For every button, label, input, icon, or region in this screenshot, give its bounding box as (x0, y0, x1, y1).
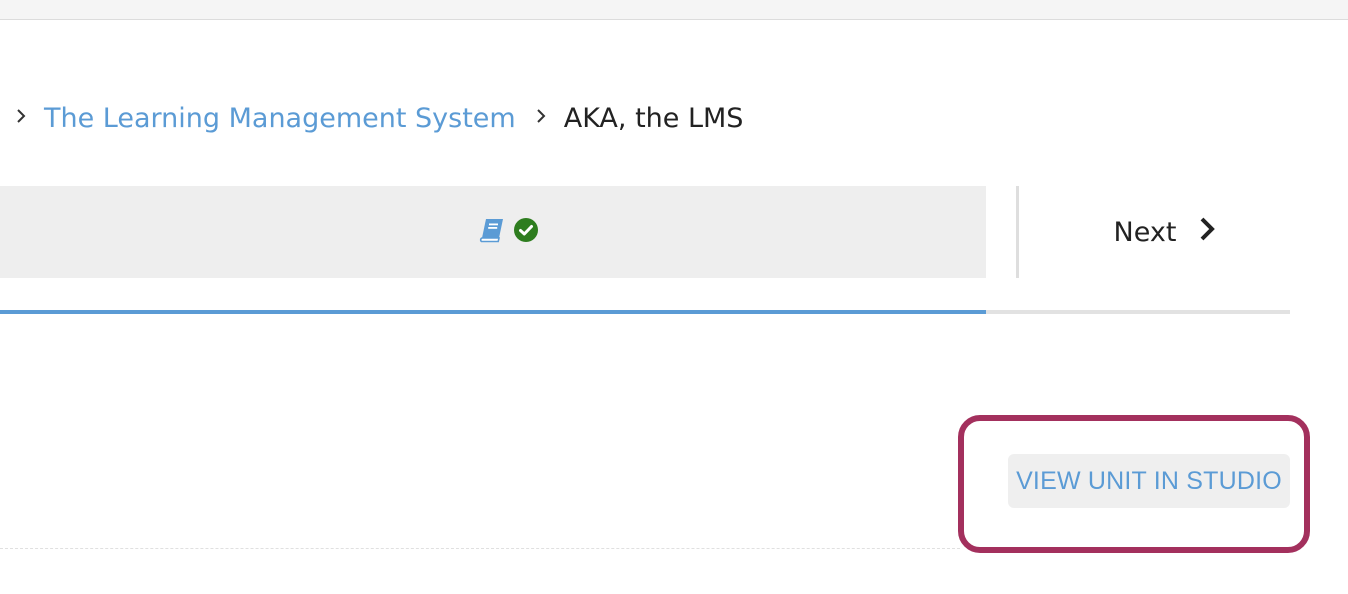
progress-bar-fill (0, 310, 986, 314)
chevron-right-icon (1198, 216, 1216, 249)
view-unit-in-studio-button[interactable]: VIEW UNIT IN STUDIO (1008, 454, 1290, 508)
progress-bar (0, 310, 1290, 314)
breadcrumb: The Learning Management System AKA, the … (14, 100, 743, 136)
sequence-tab-unit[interactable] (0, 186, 986, 278)
breadcrumb-current: AKA, the LMS (563, 102, 744, 134)
content-divider (0, 548, 960, 549)
check-circle-icon (513, 217, 539, 247)
breadcrumb-separator-icon (534, 104, 548, 132)
next-button-label: Next (1113, 216, 1177, 248)
breadcrumb-link-parent[interactable]: The Learning Management System (44, 103, 516, 134)
nav-divider (1016, 186, 1019, 278)
breadcrumb-separator-icon (14, 104, 28, 132)
top-bar (0, 0, 1348, 20)
book-icon (478, 216, 506, 248)
next-button[interactable]: Next (1040, 186, 1290, 278)
